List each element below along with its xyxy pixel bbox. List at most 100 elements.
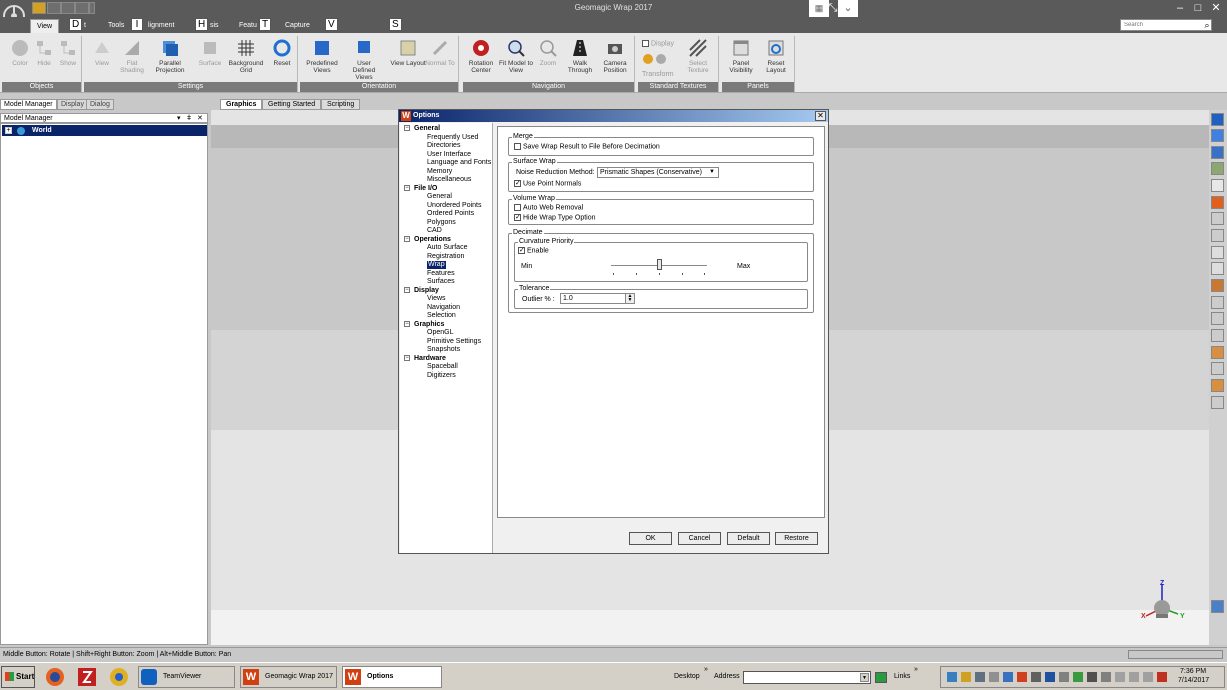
maximize-icon[interactable]: □ — [1188, 0, 1208, 17]
tree-item[interactable]: Ordered Points — [427, 210, 474, 218]
save-wrap-checkbox[interactable]: Save Wrap Result to File Before Decimati… — [514, 143, 660, 151]
tree-item[interactable]: General — [427, 193, 452, 201]
tree-cat-graphics[interactable]: − Graphics — [404, 321, 444, 329]
tray-icon-11[interactable] — [1087, 672, 1097, 682]
collapse-icon[interactable]: − — [404, 125, 410, 132]
outlier-input[interactable]: 1.0 ▲ ▼ — [560, 293, 635, 304]
tree-item[interactable]: Surfaces — [427, 278, 455, 286]
transform-label[interactable]: Transform — [642, 71, 674, 79]
links-label[interactable]: Links — [894, 673, 910, 681]
hide-type-checkbox[interactable]: ✓ Hide Wrap Type Option — [514, 214, 596, 222]
parallel-projection-button[interactable]: Parallel Projection — [152, 38, 188, 80]
go-icon[interactable] — [875, 672, 887, 683]
zoom-button[interactable]: Zoom — [530, 38, 566, 80]
info-icon[interactable] — [1211, 129, 1224, 142]
tray-icon-3[interactable] — [975, 672, 985, 682]
camera-position-button[interactable]: Camera Position — [597, 38, 633, 80]
use-normals-checkbox[interactable]: ✓ Use Point Normals — [514, 180, 581, 188]
address-dropdown-icon[interactable]: ▼ — [860, 673, 869, 682]
tree-item-world[interactable]: + World — [2, 125, 207, 136]
fit-model-button[interactable]: Fit Model to View — [498, 38, 534, 80]
tree-item[interactable]: Directories — [427, 142, 460, 150]
spinner-icon[interactable]: ▲ ▼ — [625, 294, 634, 303]
pin-icon[interactable]: ǂ — [187, 114, 191, 123]
tab-edit-suffix[interactable]: t — [84, 19, 86, 33]
noise-reduction-select[interactable]: Prismatic Shapes (Conservative) ▼ — [597, 167, 719, 178]
tree-item[interactable]: Features — [427, 270, 455, 278]
tool-icon-12[interactable] — [1211, 296, 1224, 309]
desktop-label[interactable]: Desktop — [674, 673, 700, 681]
tree-item[interactable]: Spaceball — [427, 363, 458, 371]
panel-close-icon[interactable]: ✕ — [197, 114, 203, 123]
tab-alignment[interactable]: lignment — [148, 19, 174, 33]
taskbar-options[interactable]: W Options — [342, 666, 442, 688]
flag-icon[interactable] — [1115, 672, 1125, 682]
predefined-views-button[interactable]: Predefined Views — [304, 38, 340, 80]
tree-item[interactable]: Auto Surface — [427, 244, 467, 252]
enable-checkbox[interactable]: ✓ Enable — [518, 247, 549, 255]
collapse-icon[interactable]: − — [404, 236, 410, 243]
tree-item[interactable]: Polygons — [427, 219, 456, 227]
show-button[interactable]: Show — [50, 38, 86, 80]
dialog-close-icon[interactable]: ✕ — [815, 111, 826, 121]
panel-menu-icon[interactable]: ▾ — [177, 114, 181, 123]
magnify-icon[interactable] — [1211, 179, 1224, 192]
reset-button[interactable]: Reset — [264, 38, 300, 80]
tree-item[interactable]: Unordered Points — [427, 202, 481, 210]
tray-icon-6[interactable] — [1017, 672, 1027, 682]
clock-date[interactable]: 7/14/2017 — [1178, 677, 1209, 684]
surface-button[interactable]: Surface — [192, 38, 228, 80]
user-defined-views-button[interactable]: User Defined Views — [346, 38, 382, 81]
tool-icon-16[interactable] — [1211, 362, 1224, 375]
brush-icon[interactable] — [1211, 262, 1224, 275]
tool-icon-7[interactable] — [1211, 212, 1224, 225]
tray-icon-5[interactable] — [1003, 672, 1013, 682]
tab-getting-started[interactable]: Getting Started — [262, 99, 322, 110]
tray-icon-8[interactable] — [1045, 672, 1055, 682]
network-icon[interactable] — [1129, 672, 1139, 682]
tool-icon-15[interactable] — [1211, 346, 1224, 359]
tree-item[interactable]: Snapshots — [427, 346, 460, 354]
flat-shading-button[interactable]: Flat Shading — [114, 38, 150, 80]
restore-button[interactable]: Restore — [775, 532, 818, 545]
tree-item[interactable]: Primitive Settings — [427, 338, 481, 346]
taskbar-geomagic[interactable]: W Geomagic Wrap 2017 — [240, 666, 337, 688]
collapse-icon[interactable]: − — [404, 185, 410, 192]
collapse-icon[interactable]: − — [404, 287, 410, 294]
collapse-icon[interactable]: − — [404, 321, 410, 328]
minimize-icon[interactable]: – — [1170, 0, 1190, 17]
auto-web-checkbox[interactable]: Auto Web Removal — [514, 204, 583, 212]
chrome-icon[interactable] — [108, 666, 130, 688]
panel-visibility-button[interactable]: Panel Visibility — [723, 38, 759, 80]
start-button[interactable]: Start — [1, 666, 35, 688]
tree-item[interactable]: Language and Fonts — [427, 159, 491, 167]
chat-icon[interactable] — [1211, 113, 1224, 126]
tab-scripting[interactable]: Scripting — [321, 99, 361, 110]
volume-icon[interactable] — [1143, 672, 1153, 682]
tab-tools[interactable]: Tools — [108, 19, 124, 33]
tab-analysis[interactable]: sis — [210, 19, 219, 33]
tree-item[interactable]: Digitizers — [427, 372, 456, 380]
links-chevron-icon[interactable]: » — [914, 666, 918, 674]
tray-icon-9[interactable] — [1059, 672, 1069, 682]
tool-icon-14[interactable] — [1211, 329, 1224, 342]
walk-through-button[interactable]: Walk Through — [562, 38, 598, 80]
tray-icon-12[interactable] — [1101, 672, 1111, 682]
reset-layout-button[interactable]: Reset Layout — [758, 38, 794, 80]
default-button[interactable]: Default — [727, 532, 770, 545]
tray-icon-7[interactable] — [1031, 672, 1041, 682]
tree-item[interactable]: Views — [427, 295, 446, 303]
tree-item[interactable]: CAD — [427, 227, 442, 235]
tab-dialog[interactable]: Dialog — [86, 99, 114, 110]
tree-item[interactable]: User Interface — [427, 151, 471, 159]
tree-item[interactable]: Registration — [427, 253, 464, 261]
tray-icon-1[interactable] — [947, 672, 957, 682]
firefox-icon[interactable] — [44, 666, 66, 688]
tree-cat-operations[interactable]: − Operations — [404, 236, 451, 244]
tree-cat-hardware[interactable]: − Hardware — [404, 355, 446, 363]
desktop-chevron-icon[interactable]: » — [704, 666, 708, 674]
tool-icon-13[interactable] — [1211, 312, 1224, 325]
tool-icon-18[interactable] — [1211, 396, 1224, 409]
tree-item[interactable]: Miscellaneous — [427, 176, 471, 184]
tree-item-selected[interactable]: Wrap — [427, 261, 446, 269]
